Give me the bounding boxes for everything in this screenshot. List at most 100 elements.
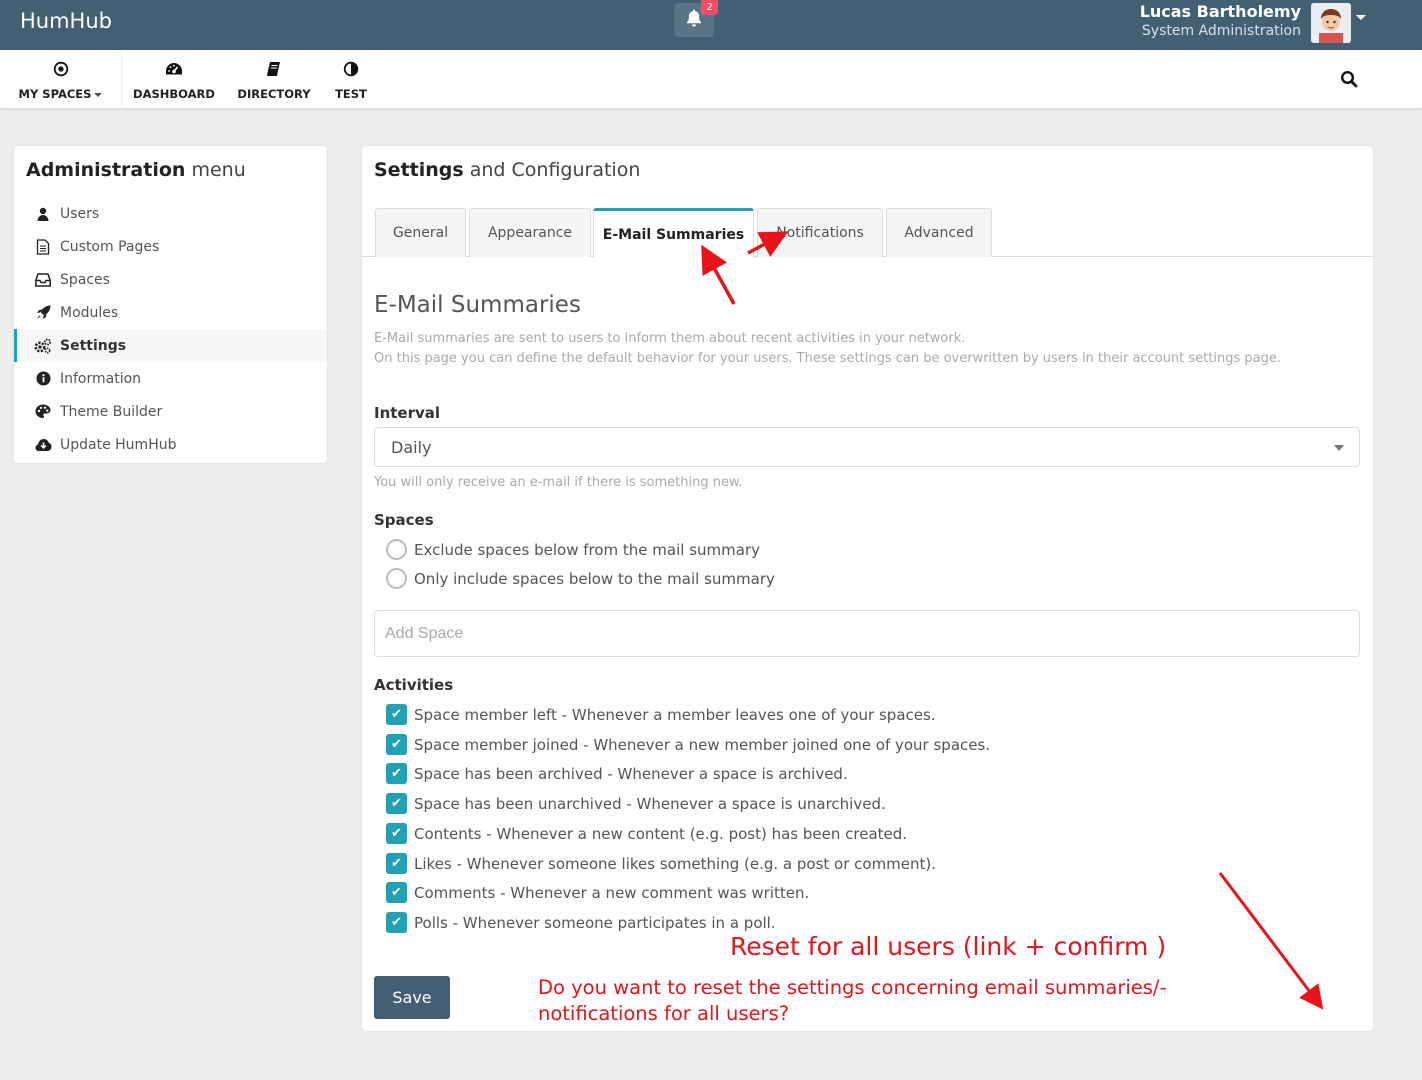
- interval-select[interactable]: Daily: [374, 427, 1360, 467]
- add-space-input[interactable]: Add Space: [374, 610, 1360, 657]
- sidebar-item-update-humhub[interactable]: Update HumHub: [14, 428, 327, 461]
- sidebar-item-label: Custom Pages: [60, 238, 160, 255]
- caret-down-icon: [94, 92, 103, 97]
- activity-checkbox-row[interactable]: ✔ Likes - Whenever someone likes somethin…: [386, 853, 936, 874]
- checkbox-label: Space has been unarchived - Whenever a s…: [414, 794, 886, 813]
- sidebar-item-modules[interactable]: Modules: [14, 296, 327, 329]
- sidebar-item-spaces[interactable]: Spaces: [14, 263, 327, 296]
- inbox-icon: [34, 271, 52, 289]
- spaces-label: Spaces: [374, 511, 434, 529]
- activity-checkbox-row[interactable]: ✔ Space has been archived - Whenever a sp…: [386, 763, 848, 784]
- checkbox-label: Likes - Whenever someone likes something…: [414, 854, 937, 873]
- nav-directory-label: DIRECTORY: [237, 87, 311, 101]
- nav-my-spaces[interactable]: MY SPACES: [0, 50, 122, 108]
- info-circle-icon: [34, 370, 52, 388]
- checkbox-label: Space member left - Whenever a member le…: [414, 705, 936, 724]
- user-role: System Administration: [1141, 23, 1301, 39]
- interval-help: You will only receive an e-mail if there…: [374, 475, 743, 490]
- save-button[interactable]: Save: [374, 976, 450, 1019]
- main-nav: MY SPACES DASHBOARD DIRECTORY TEST: [0, 50, 1422, 108]
- annotation-confirm-note: Do you want to reset the settings concer…: [538, 976, 1167, 1025]
- interval-label: Interval: [374, 404, 441, 422]
- nav-test-label: TEST: [335, 87, 367, 101]
- admin-menu-panel: Administration menu Users Custom Pages S…: [14, 146, 327, 463]
- sidebar-item-custom-pages[interactable]: Custom Pages: [14, 230, 327, 263]
- admin-menu-title: Administration menu: [26, 159, 246, 181]
- checkbox-label: Space has been archived - Whenever a spa…: [414, 764, 848, 783]
- nav-test[interactable]: TEST: [322, 50, 380, 108]
- book-icon: [266, 59, 282, 79]
- tab-appearance[interactable]: Appearance: [469, 208, 591, 257]
- user-name[interactable]: Lucas Bartholemy: [1140, 2, 1301, 21]
- sidebar-item-users[interactable]: Users: [14, 197, 327, 230]
- checkbox-checked[interactable]: ✔: [386, 853, 407, 874]
- activities-label: Activities: [374, 676, 454, 694]
- radio-button[interactable]: [386, 568, 407, 589]
- checkbox-label: Polls - Whenever someone participates in…: [414, 913, 776, 932]
- activity-checkbox-row[interactable]: ✔ Space member left - Whenever a member l…: [386, 704, 936, 725]
- notification-count-badge: 2: [701, 0, 718, 15]
- sidebar-item-settings[interactable]: Settings: [14, 329, 327, 362]
- tachometer-icon: [165, 59, 183, 79]
- sidebar-item-label: Modules: [60, 304, 119, 321]
- radio-button[interactable]: [386, 539, 407, 560]
- dot-circle-icon: [53, 59, 69, 79]
- sidebar-item-information[interactable]: Information: [14, 362, 327, 395]
- sidebar-item-label: Theme Builder: [60, 403, 163, 420]
- checkbox-label: Space member joined - Whenever a new mem…: [414, 735, 991, 754]
- checkbox-checked[interactable]: ✔: [386, 793, 407, 814]
- checkbox-checked[interactable]: ✔: [386, 704, 407, 725]
- spaces-option-exclude[interactable]: Exclude spaces below from the mail summa…: [386, 539, 760, 560]
- tab-email-summaries[interactable]: E-Mail Summaries: [593, 208, 754, 258]
- tab-notifications[interactable]: Notifications: [757, 208, 883, 257]
- sidebar-item-label: Spaces: [60, 271, 110, 288]
- sidebar-item-label: Update HumHub: [60, 436, 177, 453]
- chevron-down-icon[interactable]: [1356, 15, 1366, 20]
- checkbox-checked[interactable]: ✔: [386, 823, 407, 844]
- add-space-placeholder: Add Space: [385, 624, 464, 642]
- avatar[interactable]: [1311, 3, 1351, 43]
- nav-dashboard[interactable]: DASHBOARD: [122, 50, 226, 108]
- spaces-option-include[interactable]: Only include spaces below to the mail su…: [386, 568, 775, 589]
- activity-checkbox-row[interactable]: ✔ Space has been unarchived - Whenever a …: [386, 793, 886, 814]
- interval-selected-value: Daily: [391, 437, 432, 457]
- activity-checkbox-row[interactable]: ✔ Space member joined - Whenever a new me…: [386, 734, 990, 755]
- checkbox-checked[interactable]: ✔: [386, 882, 407, 903]
- checkbox-label: Comments - Whenever a new comment was wr…: [414, 883, 810, 902]
- sidebar-item-label: Information: [60, 370, 142, 387]
- adjust-icon: [343, 59, 359, 79]
- activity-checkbox-row[interactable]: ✔ Polls - Whenever someone participates i…: [386, 912, 776, 933]
- search-icon[interactable]: [1340, 70, 1358, 92]
- checkbox-checked[interactable]: ✔: [386, 912, 407, 933]
- activity-checkbox-row[interactable]: ✔ Contents - Whenever a new content (e.g.…: [386, 823, 907, 844]
- page-title: Settings and Configuration: [374, 159, 641, 181]
- section-title: E-Mail Summaries: [374, 292, 581, 318]
- activity-checkbox-row[interactable]: ✔ Comments - Whenever a new comment was w…: [386, 882, 809, 903]
- tab-general[interactable]: General: [375, 208, 466, 257]
- sidebar-item-label: Settings: [60, 337, 127, 354]
- nav-dashboard-label: DASHBOARD: [133, 87, 215, 101]
- radio-label: Exclude spaces below from the mail summa…: [414, 540, 760, 559]
- rocket-icon: [34, 304, 52, 322]
- help-text: On this page you can define the default …: [374, 351, 1281, 366]
- top-bar: HumHub 2 Lucas Bartholemy System Adminis…: [0, 0, 1422, 50]
- checkbox-checked[interactable]: ✔: [386, 763, 407, 784]
- cogs-icon: [34, 337, 52, 355]
- tab-advanced[interactable]: Advanced: [886, 208, 992, 257]
- cloud-download-icon: [34, 436, 52, 454]
- file-text-icon: [34, 238, 52, 256]
- user-icon: [34, 205, 52, 223]
- palette-icon: [34, 403, 52, 421]
- sidebar-item-label: Users: [60, 205, 100, 222]
- radio-label: Only include spaces below to the mail su…: [414, 569, 775, 588]
- checkbox-checked[interactable]: ✔: [386, 734, 407, 755]
- sidebar-item-theme-builder[interactable]: Theme Builder: [14, 395, 327, 428]
- bell-icon: [686, 9, 702, 31]
- brand-logo[interactable]: HumHub: [20, 9, 112, 33]
- nav-directory[interactable]: DIRECTORY: [226, 50, 322, 108]
- settings-tabs: General Appearance E-Mail Summaries Noti…: [362, 208, 1373, 258]
- nav-my-spaces-label: MY SPACES: [18, 87, 92, 101]
- help-text: E-Mail summaries are sent to users to in…: [374, 331, 966, 346]
- caret-down-icon: [1334, 445, 1344, 451]
- checkbox-label: Contents - Whenever a new content (e.g. …: [414, 824, 908, 843]
